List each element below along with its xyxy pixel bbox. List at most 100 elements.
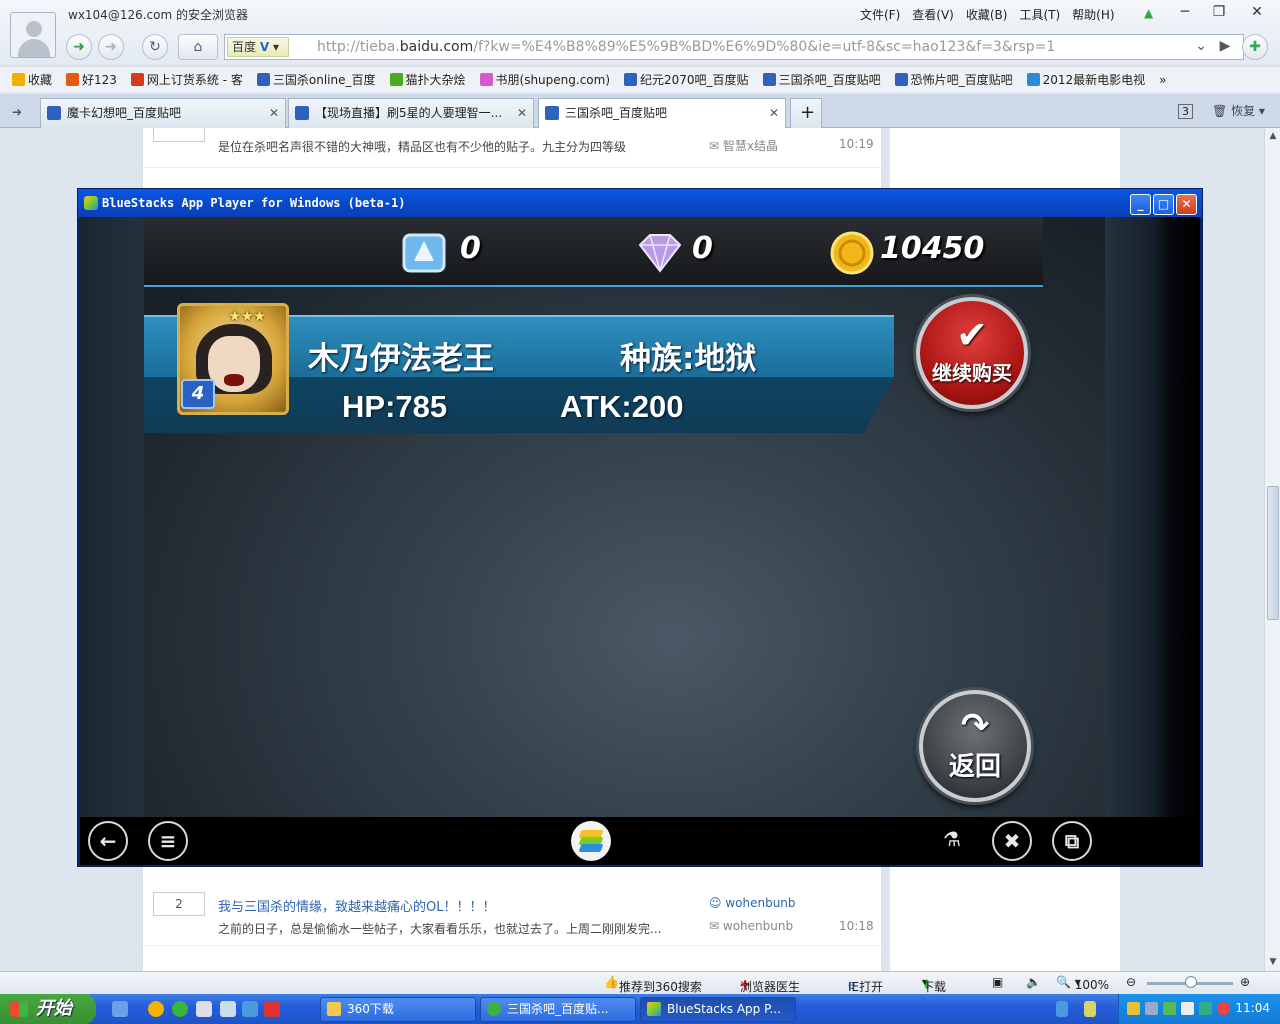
bookmark-site-icon	[894, 73, 908, 86]
user-avatar[interactable]	[10, 12, 56, 58]
task-browser[interactable]: 三国杀吧_百度贴...	[480, 997, 636, 1022]
task-bluestacks[interactable]: BlueStacks App P...	[640, 997, 796, 1022]
restore-tab-button[interactable]: 🗑 恢复 ▾	[1212, 102, 1265, 119]
tab-close-icon[interactable]: ✕	[517, 99, 527, 127]
bookmark-site-icon	[762, 73, 776, 86]
quicklaunch-icon[interactable]	[148, 1001, 164, 1017]
bookmark-item[interactable]: 三国杀吧_百度贴吧	[762, 71, 881, 88]
download-button[interactable]: ⬇ 下载 ▾	[922, 975, 946, 994]
android-menu-icon[interactable]: ≡	[148, 821, 188, 861]
tray-icon[interactable]	[1199, 1002, 1212, 1015]
tray-icon[interactable]	[1127, 1002, 1140, 1015]
crystal-count: 0	[460, 231, 481, 266]
bookmark-item[interactable]: 网上订货系统 - 客	[130, 71, 243, 88]
tray-shield-icon[interactable]	[1181, 1002, 1194, 1015]
close-button[interactable]: ✕	[1244, 2, 1270, 22]
task-360-download[interactable]: 360下载	[320, 997, 476, 1022]
zoom-knob[interactable]	[1185, 976, 1197, 988]
tab-sanguosha[interactable]: 三国杀吧_百度贴吧 ✕	[538, 98, 786, 129]
bookmark-item[interactable]: 纪元2070吧_百度贴	[624, 71, 749, 88]
currency-bar: 0 0 10450	[144, 217, 1043, 287]
tab-moka[interactable]: 魔卡幻想吧_百度贴吧 ✕	[40, 98, 286, 128]
minimize-button[interactable]: ─	[1172, 2, 1198, 22]
bookmark-site-icon	[389, 73, 403, 86]
bookmark-item[interactable]: 收藏	[12, 71, 52, 88]
settings-tools-icon[interactable]: ✖	[992, 821, 1032, 861]
zoom-out-icon[interactable]: ⊖	[1126, 975, 1136, 989]
status-bar: 👍 推荐到360搜索 ✚ 浏览器医生 e IE打开 ⬇ 下载 ▾ ▣ 🔈 🔍 1…	[0, 971, 1280, 994]
bs-minimize-button[interactable]: _	[1130, 194, 1151, 215]
quicklaunch-icon[interactable]	[264, 1001, 280, 1017]
menu-view[interactable]: 查看(V)	[912, 6, 954, 23]
bs-close-button[interactable]: ✕	[1176, 194, 1197, 215]
bookmark-item[interactable]: 2012最新电影电视	[1026, 71, 1145, 88]
last-reply-user[interactable]: ✉ 智慧x结晶	[709, 137, 778, 154]
address-bar[interactable]: 百度 V ▾ http://tieba.baidu.com/f?kw=%E4%B…	[224, 34, 1244, 60]
tray-icon[interactable]	[1145, 1002, 1158, 1015]
go-icon[interactable]: ▶	[1212, 34, 1238, 60]
windows-taskbar: 开始 360下载 三国杀吧_百度贴... BlueStacks App P...…	[0, 994, 1280, 1024]
zoom-level[interactable]: 🔍 100% ▾	[1056, 975, 1109, 992]
tray-arrow-icon[interactable]	[1056, 1001, 1068, 1017]
continue-buy-button[interactable]: ✔ 继续购买	[916, 297, 1028, 409]
new-tab-button[interactable]: +	[790, 98, 822, 128]
bs-maximize-button[interactable]: □	[1153, 194, 1174, 215]
reply-count: 2	[153, 892, 205, 916]
zoom-in-icon[interactable]: ⊕	[1240, 975, 1250, 989]
share-icon[interactable]: ⚗	[932, 821, 972, 861]
home-icon[interactable]: ⌂	[178, 34, 218, 60]
menu-favorites[interactable]: 收藏(B)	[966, 6, 1008, 23]
bookmark-item[interactable]: 恐怖片吧_百度贴吧	[894, 71, 1013, 88]
closed-tabs-count[interactable]: 3	[1178, 104, 1193, 119]
speaker-icon[interactable]: 🔈	[1026, 975, 1041, 989]
quicklaunch-desktop-icon[interactable]	[112, 1001, 128, 1017]
start-button[interactable]: 开始	[0, 994, 96, 1024]
back-arrow-icon[interactable]: ➜	[66, 34, 92, 60]
window-resize-icon[interactable]: ⧉	[1052, 821, 1092, 861]
sidebar-toggle-icon[interactable]: ➜	[8, 98, 28, 128]
thread-title[interactable]: 我与三国杀的情缘，致越来越痛心的OL！！！！	[218, 896, 495, 915]
menu-file[interactable]: 文件(F)	[860, 6, 900, 23]
bookmark-item[interactable]: 好123	[66, 71, 117, 88]
bluestacks-home-icon[interactable]	[571, 821, 611, 861]
scroll-thumb[interactable]	[1267, 486, 1279, 620]
skin-shirt-icon[interactable]: ▲	[1144, 6, 1158, 20]
quicklaunch-icon[interactable]	[242, 1001, 258, 1017]
android-back-icon[interactable]: ←	[88, 821, 128, 861]
bluestacks-titlebar[interactable]: BlueStacks App Player for Windows (beta-…	[78, 189, 1202, 217]
recommend-360-button[interactable]: 👍 推荐到360搜索	[604, 975, 702, 994]
scroll-down-icon[interactable]: ▼	[1267, 956, 1279, 968]
url-text[interactable]: http://tieba.baidu.com/f?kw=%E4%B8%89%E5…	[317, 39, 1055, 55]
tray-usb-icon[interactable]	[1084, 1001, 1096, 1017]
tab-live[interactable]: 【现场直播】刷5星的人要理智一... ✕	[288, 98, 534, 128]
clock[interactable]: 11:04	[1235, 1001, 1270, 1015]
bookmarks-overflow-icon[interactable]: »	[1159, 73, 1166, 87]
bookmark-item[interactable]: 猫扑大杂烩	[389, 71, 466, 88]
return-button[interactable]: ↷ 返回	[919, 690, 1031, 802]
window-icon[interactable]: ▣	[992, 975, 1003, 989]
refresh-icon[interactable]: ↻	[142, 34, 168, 60]
forward-arrow-icon[interactable]: ➜	[98, 34, 124, 60]
bookmark-site-icon	[479, 73, 493, 86]
last-reply-user[interactable]: ✉ wohenbunb	[709, 919, 793, 933]
bookmark-item[interactable]: 三国杀online_百度	[256, 71, 376, 88]
tray-qq-icon[interactable]	[1217, 1002, 1230, 1015]
bookmark-site-icon	[1026, 73, 1040, 86]
menu-tools[interactable]: 工具(T)	[1019, 6, 1060, 23]
quicklaunch-icon[interactable]	[220, 1001, 236, 1017]
url-dropdown-icon[interactable]: ⌄	[1188, 34, 1214, 60]
quicklaunch-360-icon[interactable]	[172, 1001, 188, 1017]
thread-author[interactable]: ☺ wohenbunb	[709, 896, 796, 910]
tab-close-icon[interactable]: ✕	[769, 99, 779, 127]
baidu-paw-icon	[295, 106, 309, 120]
quicklaunch-icon[interactable]	[196, 1001, 212, 1017]
menu-help[interactable]: 帮助(H)	[1072, 6, 1114, 23]
bookmark-item[interactable]: 书朋(shupeng.com)	[479, 71, 610, 88]
tray-icon[interactable]	[1163, 1002, 1176, 1015]
tab-close-icon[interactable]: ✕	[269, 99, 279, 127]
search-engine-selector[interactable]: 百度 V ▾	[227, 37, 289, 57]
security-shield-icon[interactable]: ✚	[1242, 34, 1268, 60]
page-scrollbar[interactable]: ▲ ▼	[1264, 128, 1280, 971]
scroll-up-icon[interactable]: ▲	[1267, 130, 1279, 142]
restore-button[interactable]: ❐	[1206, 2, 1232, 22]
